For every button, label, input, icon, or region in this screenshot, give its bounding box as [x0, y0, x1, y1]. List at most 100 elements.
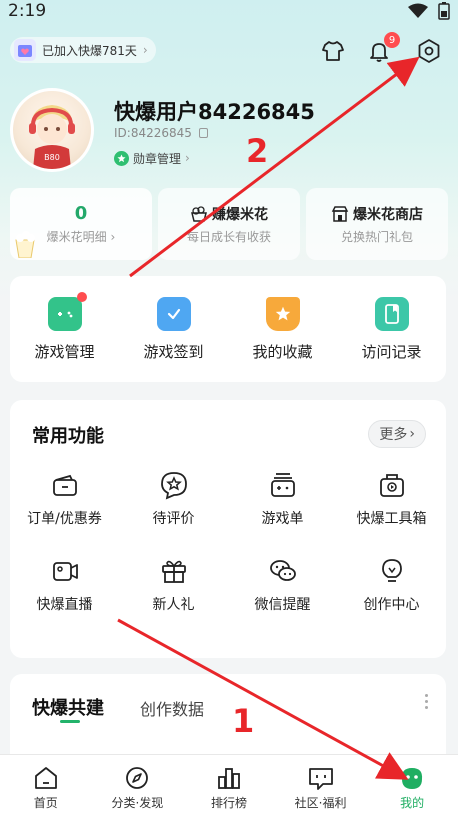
function-label: 创作中心: [363, 597, 420, 613]
popcorn-shop-title: 爆米花商店: [331, 204, 423, 224]
medal-icon: [114, 150, 129, 166]
review-star-icon: [160, 472, 187, 500]
function-label: 快爆直播: [36, 597, 93, 613]
home-icon: [34, 766, 57, 789]
battery-icon: [438, 2, 450, 20]
common-functions-card: 常用功能 更多 › 订单/优惠券 待评价 游戏单 快爆工具箱 快爆直播 新人礼: [10, 400, 446, 658]
popcorn-count: 0: [74, 203, 88, 224]
community-icon: [308, 767, 333, 790]
history-book-icon: [374, 296, 409, 331]
tab-community-build[interactable]: 快爆共建: [32, 694, 104, 720]
gear-icon: [418, 39, 440, 63]
gamepad-icon: [47, 291, 87, 331]
red-dot-badge: [76, 291, 87, 302]
nav-ranking[interactable]: 排行榜: [183, 755, 275, 820]
my-favorites-button[interactable]: 我的收藏: [233, 296, 333, 362]
game-management-button[interactable]: 游戏管理: [15, 291, 115, 362]
popcorn-icon: [15, 231, 35, 258]
avatar-character-icon: B80: [29, 105, 75, 169]
orders-coupons-button[interactable]: 订单/优惠券: [10, 470, 119, 528]
game-list-button[interactable]: 游戏单: [228, 470, 337, 528]
profile-icon: [402, 767, 423, 789]
game-list-icon: [270, 473, 295, 497]
earn-popcorn-title: 赚爆米花: [190, 204, 268, 224]
shirt-icon: [322, 41, 344, 61]
tab-creation-data[interactable]: 创作数据: [140, 696, 204, 720]
quick-action-label: 我的收藏: [252, 342, 313, 361]
visit-history-button[interactable]: 访问记录: [342, 296, 442, 362]
nav-label: 首页: [33, 795, 58, 810]
creator-center-button[interactable]: 创作中心: [337, 556, 446, 614]
star-bookmark-icon: [265, 296, 300, 331]
pending-review-button[interactable]: 待评价: [119, 470, 228, 528]
more-options-icon[interactable]: [425, 694, 428, 709]
toolbox-icon: [379, 474, 404, 497]
popcorn-shop-card[interactable]: 爆米花商店 兑换热门礼包: [306, 188, 448, 260]
earn-popcorn-sub: 每日成长有收获: [186, 229, 271, 244]
nav-label: 分类·发现: [111, 795, 164, 810]
active-tab-indicator: [60, 720, 80, 723]
more-button[interactable]: 更多 ›: [368, 420, 426, 448]
function-label: 订单/优惠券: [27, 511, 102, 527]
chevron-right-icon: ›: [185, 151, 190, 165]
earn-popcorn-card[interactable]: 赚爆米花 每日成长有收获: [158, 188, 300, 260]
nav-category-discover[interactable]: 分类·发现: [92, 755, 184, 820]
notification-badge: 9: [384, 32, 400, 48]
function-label: 新人礼: [152, 597, 195, 613]
function-label: 游戏单: [261, 511, 304, 527]
chevron-right-icon: ›: [142, 43, 148, 57]
medal-management-label: 勋章管理: [133, 151, 182, 166]
wifi-icon: [408, 3, 428, 18]
game-check-in-button[interactable]: 游戏签到: [124, 296, 224, 362]
video-camera-icon: [52, 562, 78, 581]
more-label: 更多: [379, 427, 408, 443]
user-id: ID:84226845: [114, 126, 208, 140]
quick-actions-card: 游戏管理 游戏签到 我的收藏 访问记录: [10, 276, 446, 382]
notifications-button[interactable]: 9: [364, 32, 400, 66]
joined-days-pill[interactable]: 已加入快爆781天 ›: [10, 37, 156, 63]
function-label: 待评价: [152, 511, 195, 527]
dress-up-button[interactable]: [318, 36, 348, 66]
popcorn-stats-row: 0 爆米花明细 › 赚爆米花 每日成长有收获 爆米花商店 兑换热门礼包: [10, 188, 448, 260]
check-in-icon: [156, 296, 191, 331]
settings-button[interactable]: [414, 36, 444, 66]
nav-label: 排行榜: [210, 795, 247, 810]
function-label: 微信提醒: [254, 597, 311, 613]
popcorn-bowl-icon: [191, 205, 207, 222]
ranking-icon: [218, 767, 240, 789]
avatar[interactable]: B80: [10, 88, 94, 172]
joined-days-text: 已加入快爆781天: [42, 43, 137, 58]
quick-action-label: 访问记录: [361, 342, 422, 361]
toolbox-button[interactable]: 快爆工具箱: [337, 470, 446, 528]
nav-label: 社区·福利: [294, 795, 347, 810]
nav-home[interactable]: 首页: [0, 755, 92, 820]
status-bar: 2:19: [0, 0, 458, 26]
newcomer-gift-button[interactable]: 新人礼: [119, 556, 228, 614]
section-title: 常用功能: [32, 426, 104, 447]
chevron-right-icon: ›: [409, 426, 415, 442]
copy-icon[interactable]: [198, 128, 208, 138]
wechat-icon: [269, 560, 296, 581]
gift-icon: [161, 560, 186, 583]
lightbulb-icon: [381, 559, 402, 582]
username: 快爆用户84226845: [114, 100, 315, 124]
live-stream-button[interactable]: 快爆直播: [10, 556, 119, 614]
nav-label: 我的: [400, 795, 425, 810]
nav-community-welfare[interactable]: 社区·福利: [275, 755, 367, 820]
compass-icon: [126, 766, 149, 789]
popcorn-detail-link[interactable]: 爆米花明细 ›: [47, 228, 116, 245]
popcorn-balance-card[interactable]: 0 爆米花明细 ›: [10, 188, 152, 260]
svg-text:B80: B80: [44, 153, 60, 162]
function-grid: 订单/优惠券 待评价 游戏单 快爆工具箱 快爆直播 新人礼 微信提醒 创作中心: [10, 470, 446, 614]
wechat-reminder-button[interactable]: 微信提醒: [228, 556, 337, 614]
quick-action-label: 游戏签到: [143, 342, 204, 361]
function-label: 快爆工具箱: [356, 511, 427, 527]
popcorn-shop-sub: 兑换热门礼包: [340, 229, 413, 244]
medal-management-button[interactable]: 勋章管理 ›: [114, 148, 190, 168]
nav-mine[interactable]: 我的: [366, 755, 458, 820]
user-id-text: ID:84226845: [114, 126, 192, 140]
shop-icon: [331, 205, 349, 222]
calendar-heart-icon: [14, 39, 36, 61]
quick-action-label: 游戏管理: [34, 342, 95, 361]
bottom-navigation: 首页 分类·发现 排行榜 社区·福利 我的: [0, 754, 458, 820]
